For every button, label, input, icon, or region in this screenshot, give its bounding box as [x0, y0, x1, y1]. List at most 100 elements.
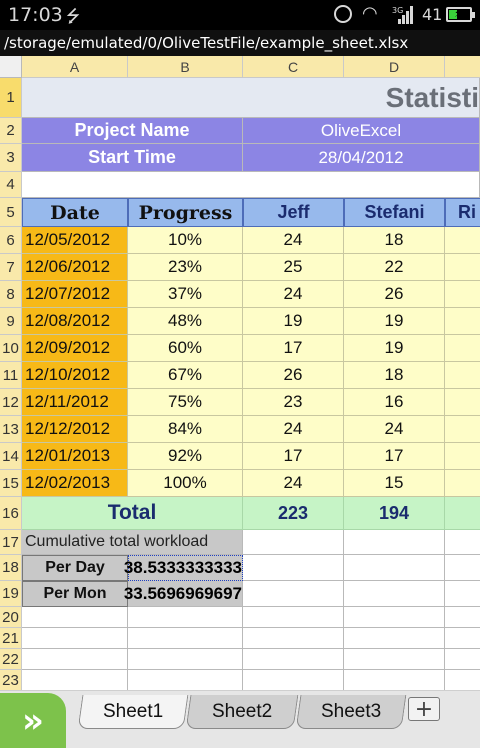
- row-header-18[interactable]: 18: [0, 555, 22, 581]
- empty-cell[interactable]: [344, 670, 445, 690]
- header-next-column[interactable]: Ri: [445, 198, 480, 227]
- progress-cell[interactable]: 67%: [128, 362, 243, 389]
- empty-cell[interactable]: [445, 649, 480, 670]
- row-header-14[interactable]: 14: [0, 443, 22, 470]
- stefani-cell[interactable]: 18: [344, 227, 445, 254]
- header-progress[interactable]: Progress: [128, 198, 243, 227]
- empty-cell[interactable]: [243, 555, 344, 581]
- start-time-label[interactable]: Start Time: [22, 144, 243, 172]
- empty-cell[interactable]: [445, 628, 480, 649]
- next-column-cell[interactable]: [445, 362, 480, 389]
- row-header-19[interactable]: 19: [0, 581, 22, 607]
- stefani-cell[interactable]: 17: [344, 443, 445, 470]
- jeff-cell[interactable]: 25: [243, 254, 344, 281]
- empty-cell[interactable]: [243, 607, 344, 628]
- add-sheet-button[interactable]: +: [408, 697, 440, 722]
- row-header-1[interactable]: 1: [0, 78, 22, 118]
- date-cell[interactable]: 12/02/2013: [22, 470, 128, 497]
- jeff-cell[interactable]: 23: [243, 389, 344, 416]
- next-column-cell[interactable]: [445, 227, 480, 254]
- progress-cell[interactable]: 60%: [128, 335, 243, 362]
- start-time-value[interactable]: 28/04/2012: [243, 144, 480, 172]
- progress-cell[interactable]: 48%: [128, 308, 243, 335]
- empty-cell[interactable]: [22, 628, 128, 649]
- row-header-2[interactable]: 2: [0, 118, 22, 144]
- progress-cell[interactable]: 23%: [128, 254, 243, 281]
- date-cell[interactable]: 12/01/2013: [22, 443, 128, 470]
- jeff-cell[interactable]: 17: [243, 335, 344, 362]
- total-stefani[interactable]: 194: [344, 497, 445, 530]
- tab-sheet2[interactable]: Sheet2: [185, 695, 299, 729]
- jeff-cell[interactable]: 24: [243, 470, 344, 497]
- total-jeff[interactable]: 223: [243, 497, 344, 530]
- stefani-cell[interactable]: 22: [344, 254, 445, 281]
- tab-sheet3[interactable]: Sheet3: [295, 695, 407, 729]
- total-next-column[interactable]: [445, 497, 480, 530]
- date-cell[interactable]: 12/09/2012: [22, 335, 128, 362]
- expand-menu-button[interactable]: »: [0, 693, 66, 748]
- per-mon-label[interactable]: Per Mon: [22, 581, 128, 607]
- row-header-20[interactable]: 20: [0, 607, 22, 628]
- empty-cell[interactable]: [128, 649, 243, 670]
- empty-cell[interactable]: [22, 649, 128, 670]
- next-column-cell[interactable]: [445, 308, 480, 335]
- next-column-cell[interactable]: [445, 470, 480, 497]
- empty-cell[interactable]: [445, 607, 480, 628]
- empty-cell[interactable]: [22, 670, 128, 690]
- row-header-22[interactable]: 22: [0, 649, 22, 670]
- empty-cell[interactable]: [128, 607, 243, 628]
- row-header-9[interactable]: 9: [0, 308, 22, 335]
- cumulative-label[interactable]: Cumulative total workload: [22, 530, 243, 555]
- next-column-cell[interactable]: [445, 416, 480, 443]
- stefani-cell[interactable]: 15: [344, 470, 445, 497]
- date-cell[interactable]: 12/05/2012: [22, 227, 128, 254]
- empty-cell[interactable]: [445, 530, 480, 555]
- row-header-21[interactable]: 21: [0, 628, 22, 649]
- column-header-d[interactable]: D: [344, 56, 445, 78]
- sheet-title-cell[interactable]: Statisti: [22, 78, 480, 118]
- project-name-label[interactable]: Project Name: [22, 118, 243, 144]
- next-column-cell[interactable]: [445, 254, 480, 281]
- empty-cell[interactable]: [344, 555, 445, 581]
- column-header-b[interactable]: B: [128, 56, 243, 78]
- row-header-11[interactable]: 11: [0, 362, 22, 389]
- empty-cell[interactable]: [243, 670, 344, 690]
- per-day-label[interactable]: Per Day: [22, 555, 128, 581]
- next-column-cell[interactable]: [445, 281, 480, 308]
- next-column-cell[interactable]: [445, 335, 480, 362]
- per-mon-value[interactable]: 33.5696969697: [124, 581, 243, 607]
- empty-cell[interactable]: [445, 555, 480, 581]
- empty-cell[interactable]: [344, 628, 445, 649]
- header-date[interactable]: Date: [22, 198, 128, 227]
- row-header-5[interactable]: 5: [0, 198, 22, 227]
- row-header-10[interactable]: 10: [0, 335, 22, 362]
- empty-cell[interactable]: [344, 649, 445, 670]
- jeff-cell[interactable]: 19: [243, 308, 344, 335]
- empty-cell-row4[interactable]: [22, 172, 480, 198]
- row-header-23[interactable]: 23: [0, 670, 22, 690]
- project-name-value[interactable]: OliveExcel: [243, 118, 480, 144]
- header-stefani[interactable]: Stefani: [344, 198, 445, 227]
- stefani-cell[interactable]: 24: [344, 416, 445, 443]
- empty-cell[interactable]: [445, 581, 480, 607]
- stefani-cell[interactable]: 19: [344, 335, 445, 362]
- select-all-corner[interactable]: [0, 56, 22, 78]
- jeff-cell[interactable]: 24: [243, 227, 344, 254]
- stefani-cell[interactable]: 26: [344, 281, 445, 308]
- empty-cell[interactable]: [22, 607, 128, 628]
- header-jeff[interactable]: Jeff: [243, 198, 344, 227]
- date-cell[interactable]: 12/06/2012: [22, 254, 128, 281]
- empty-cell[interactable]: [243, 581, 344, 607]
- total-label[interactable]: Total: [22, 497, 243, 530]
- empty-cell[interactable]: [128, 628, 243, 649]
- row-header-16[interactable]: 16: [0, 497, 22, 530]
- spreadsheet-grid[interactable]: A B C D 1 2 3 4 5 6 7 8 9 10 11 12 13 14 15 16 17 18 19 20 21 22 2…: [0, 56, 480, 690]
- date-cell[interactable]: 12/07/2012: [22, 281, 128, 308]
- empty-cell[interactable]: [344, 581, 445, 607]
- row-header-12[interactable]: 12: [0, 389, 22, 416]
- column-header-a[interactable]: A: [22, 56, 128, 78]
- progress-cell[interactable]: 84%: [128, 416, 243, 443]
- row-header-17[interactable]: 17: [0, 530, 22, 555]
- empty-cell[interactable]: [243, 530, 344, 555]
- jeff-cell[interactable]: 17: [243, 443, 344, 470]
